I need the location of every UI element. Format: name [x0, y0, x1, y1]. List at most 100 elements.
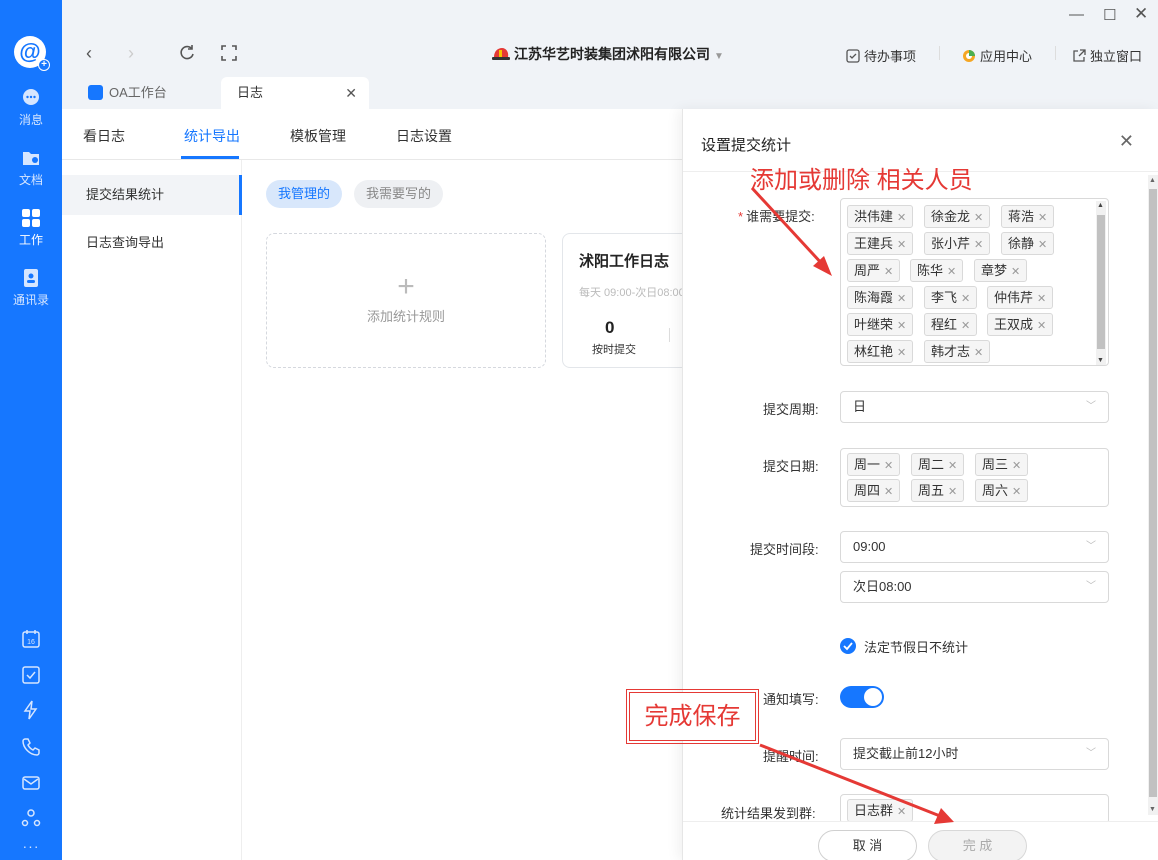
person-tag[interactable]: 陈海霞 ✕: [847, 286, 914, 309]
person-tag[interactable]: 徐静 ✕: [1001, 232, 1055, 255]
drawer-scrollbar[interactable]: ▲ ▼: [1148, 175, 1158, 815]
person-tag[interactable]: 林红艳 ✕: [847, 340, 914, 363]
person-tag[interactable]: 洪伟建 ✕: [847, 205, 914, 228]
scroll-up-icon[interactable]: ▲: [1149, 177, 1156, 184]
filter-managed[interactable]: 我管理的: [266, 180, 343, 208]
remove-icon[interactable]: ✕: [897, 347, 906, 359]
remove-icon[interactable]: ✕: [1038, 212, 1047, 224]
person-tag[interactable]: 王双成 ✕: [987, 313, 1054, 336]
close-window-icon[interactable]: ✕: [1134, 4, 1148, 24]
rail-documents[interactable]: 文档: [0, 148, 62, 188]
group-tag[interactable]: 日志群 ✕: [847, 799, 914, 822]
company-switcher[interactable]: 江苏华艺时装集团沭阳有限公司 ▼: [492, 44, 724, 64]
remove-icon[interactable]: ✕: [897, 806, 906, 818]
person-tag[interactable]: 叶继荣 ✕: [847, 313, 914, 336]
refresh-icon[interactable]: [178, 44, 196, 62]
day-tag[interactable]: 周四 ✕: [847, 479, 901, 502]
day-tag[interactable]: 周二 ✕: [911, 453, 965, 476]
remove-icon[interactable]: ✕: [897, 320, 906, 332]
rail-contacts[interactable]: 通讯录: [0, 268, 62, 308]
fullscreen-icon[interactable]: [220, 44, 238, 62]
add-rule-card[interactable]: + 添加统计规则: [266, 233, 546, 368]
remove-icon[interactable]: ✕: [1037, 293, 1046, 305]
person-tag[interactable]: 李飞 ✕: [924, 286, 978, 309]
forward-icon[interactable]: ›: [122, 44, 140, 62]
remove-icon[interactable]: ✕: [974, 239, 983, 251]
remove-icon[interactable]: ✕: [974, 347, 983, 359]
org-icon[interactable]: [21, 808, 41, 828]
confirm-button[interactable]: 完 成: [928, 830, 1027, 860]
remove-icon[interactable]: ✕: [1011, 266, 1020, 278]
tab-log[interactable]: 日志 ✕: [221, 77, 369, 109]
cycle-select[interactable]: 日 ﹀: [840, 391, 1109, 423]
remove-icon[interactable]: ✕: [897, 212, 906, 224]
subnav-log-settings[interactable]: 日志设置: [396, 126, 452, 146]
remove-icon[interactable]: ✕: [897, 293, 906, 305]
mail-icon[interactable]: [21, 773, 41, 793]
rail-messages[interactable]: 消息: [0, 88, 62, 128]
scroll-down-icon[interactable]: ▼: [1097, 357, 1104, 364]
tab-oa-workbench[interactable]: OA工作台: [88, 77, 167, 109]
person-tag[interactable]: 王建兵 ✕: [847, 232, 914, 255]
back-icon[interactable]: ‹: [80, 44, 98, 62]
notify-toggle[interactable]: [840, 686, 884, 708]
rail-work[interactable]: 工作: [0, 208, 62, 248]
day-tag[interactable]: 周五 ✕: [911, 479, 965, 502]
remove-icon[interactable]: ✕: [1038, 239, 1047, 251]
person-tag[interactable]: 韩才志 ✕: [924, 340, 991, 363]
menu-submit-stats[interactable]: 提交结果统计: [62, 175, 242, 215]
filter-mine[interactable]: 我需要写的: [354, 180, 444, 208]
day-tag[interactable]: 周一 ✕: [847, 453, 901, 476]
remove-icon[interactable]: ✕: [961, 320, 970, 332]
person-tag[interactable]: 程红 ✕: [924, 313, 978, 336]
app-center-button[interactable]: 应用中心: [962, 46, 1032, 65]
minimize-icon[interactable]: —: [1069, 6, 1084, 23]
todo-button[interactable]: 待办事项: [846, 46, 916, 65]
calendar-icon[interactable]: 16: [21, 629, 41, 649]
standalone-window-button[interactable]: 独立窗口: [1072, 46, 1142, 65]
task-check-icon[interactable]: [21, 665, 41, 685]
scroll-thumb[interactable]: [1097, 215, 1105, 349]
remove-icon[interactable]: ✕: [948, 486, 957, 498]
person-tag[interactable]: 周严 ✕: [847, 259, 901, 282]
period-start-select[interactable]: 09:00 ﹀: [840, 531, 1109, 563]
remove-icon[interactable]: ✕: [884, 486, 893, 498]
close-tab-icon[interactable]: ✕: [345, 77, 357, 109]
close-icon[interactable]: ✕: [1119, 131, 1134, 152]
remove-icon[interactable]: ✕: [947, 266, 956, 278]
people-selector[interactable]: 洪伟建 ✕ 徐金龙 ✕ 蒋浩 ✕ 王建兵 ✕ 张小芹 ✕ 徐静 ✕ 周严 ✕ 陈华 ✕ 章梦 ✕ …: [840, 198, 1109, 366]
holiday-checkbox[interactable]: [840, 638, 856, 654]
maximize-icon[interactable]: ☐: [1103, 6, 1116, 24]
group-selector[interactable]: 日志群 ✕: [840, 794, 1109, 824]
remove-icon[interactable]: ✕: [884, 266, 893, 278]
scroll-down-icon[interactable]: ▼: [1149, 806, 1156, 813]
lightning-icon[interactable]: [21, 700, 41, 720]
subnav-view-logs[interactable]: 看日志: [83, 126, 125, 146]
remove-icon[interactable]: ✕: [884, 460, 893, 472]
remove-icon[interactable]: ✕: [974, 212, 983, 224]
subnav-stats-export[interactable]: 统计导出: [184, 126, 240, 146]
scroll-up-icon[interactable]: ▲: [1097, 202, 1104, 209]
person-tag[interactable]: 张小芹 ✕: [924, 232, 991, 255]
people-scrollbar[interactable]: ▲ ▼: [1096, 201, 1106, 365]
remove-icon[interactable]: ✕: [1012, 460, 1021, 472]
period-end-select[interactable]: 次日08:00 ﹀: [840, 571, 1109, 603]
remove-icon[interactable]: ✕: [948, 460, 957, 472]
subnav-template-manage[interactable]: 模板管理: [290, 126, 346, 146]
scroll-thumb[interactable]: [1149, 189, 1157, 797]
app-logo-icon[interactable]: @ +: [14, 36, 50, 71]
days-selector[interactable]: 周一 ✕ 周二 ✕ 周三 ✕ 周四 ✕ 周五 ✕ 周六 ✕: [840, 448, 1109, 507]
remove-icon[interactable]: ✕: [961, 293, 970, 305]
remove-icon[interactable]: ✕: [1037, 320, 1046, 332]
cancel-button[interactable]: 取 消: [818, 830, 917, 860]
remove-icon[interactable]: ✕: [1012, 486, 1021, 498]
person-tag[interactable]: 陈华 ✕: [910, 259, 964, 282]
remind-select[interactable]: 提交截止前12小时 ﹀: [840, 738, 1109, 770]
person-tag[interactable]: 蒋浩 ✕: [1001, 205, 1055, 228]
person-tag[interactable]: 章梦 ✕: [974, 259, 1028, 282]
day-tag[interactable]: 周六 ✕: [975, 479, 1029, 502]
menu-log-query-export[interactable]: 日志查询导出: [62, 223, 242, 263]
remove-icon[interactable]: ✕: [897, 239, 906, 251]
more-icon[interactable]: ···: [0, 838, 62, 854]
phone-icon[interactable]: [21, 737, 41, 757]
